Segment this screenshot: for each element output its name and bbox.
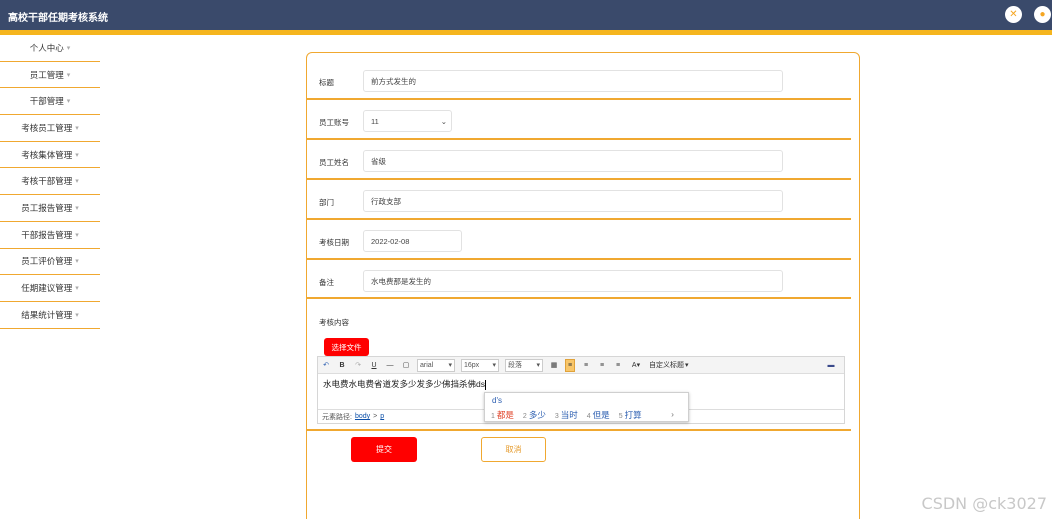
font-color-icon[interactable]: A▾ xyxy=(629,359,643,372)
ime-candidate-popup[interactable]: d's 1 都是 2 多少 3 当时 4 但是 5 打算 › xyxy=(484,392,689,422)
chevron-down-icon: ▾ xyxy=(448,362,452,369)
underline-icon[interactable]: U xyxy=(369,359,379,372)
department-label: 部门 xyxy=(319,198,334,207)
undo-icon[interactable]: ↶ xyxy=(321,359,331,372)
chevron-down-icon: ▾ xyxy=(492,362,496,369)
employee-name-label: 员工姓名 xyxy=(319,158,349,167)
paragraph-select[interactable]: 段落 ▾ xyxy=(505,358,543,372)
align-left-icon[interactable]: ≡ xyxy=(565,358,575,372)
employee-name-input[interactable]: 省级 xyxy=(363,150,783,172)
sidebar-item-group-assessment[interactable]: 考核集体管理 ▾ xyxy=(0,142,100,169)
sidebar-item-cadre-management[interactable]: 干部管理 ▾ xyxy=(0,88,100,116)
sidebar-item-term-suggestions[interactable]: 任期建议管理 ▾ xyxy=(0,275,100,302)
ime-candidate[interactable]: 5 打算 xyxy=(619,409,642,421)
redo-icon[interactable]: ↷ xyxy=(353,359,363,372)
chevron-down-icon: ▾ xyxy=(75,124,79,132)
top-bar: 高校干部任期考核系统 ✕ ● xyxy=(0,0,1052,30)
form-row-remark: 备注 水电费那是发生的 xyxy=(307,260,851,299)
form-row-employee-no: 员工账号 11 ⌄ xyxy=(307,100,851,140)
chevron-down-icon: ▾ xyxy=(75,178,79,186)
form-row-employee-name: 员工姓名 省级 xyxy=(307,140,851,180)
chevron-down-icon: ▾ xyxy=(75,258,79,266)
ime-composition: d's xyxy=(492,396,502,405)
chevron-down-icon: ▾ xyxy=(75,204,79,212)
font-family-select[interactable]: arial ▾ xyxy=(417,358,455,372)
content-label: 考核内容 xyxy=(319,318,349,327)
align-center-icon[interactable]: ≡ xyxy=(581,359,591,372)
ime-candidate[interactable]: 1 都是 xyxy=(491,409,514,421)
employee-no-select[interactable]: 11 ⌄ xyxy=(363,110,452,132)
sidebar-item-result-statistics[interactable]: 结果统计管理 ▾ xyxy=(0,302,100,329)
department-input[interactable]: 行政支部 xyxy=(363,190,783,212)
editor-toolbar: ↶ B ↷ U — ▢ arial ▾ 16px ▾ 段落 ▾ ▦ ≡ ≡ ≡ ≡ A… xyxy=(318,357,844,374)
font-size-select[interactable]: 16px ▾ xyxy=(461,358,499,372)
submit-button[interactable]: 提交 xyxy=(351,437,417,462)
sidebar-item-employee-assessment[interactable]: 考核员工管理 ▾ xyxy=(0,115,100,142)
fullscreen-icon[interactable]: ▬ xyxy=(826,359,836,372)
chevron-down-icon: ▾ xyxy=(66,71,71,79)
editor-divider xyxy=(307,429,851,431)
assessment-form-panel: 标题 前方式发生的 员工账号 11 ⌄ 员工姓名 省级 部门 行政支部 考核日期… xyxy=(306,52,860,519)
form-row-date: 考核日期 2022-02-08 xyxy=(307,220,851,260)
chevron-down-icon: ⌄ xyxy=(440,116,447,126)
custom-title-select[interactable]: 自定义标题 ▾ xyxy=(649,359,689,372)
chevron-down-icon: ▾ xyxy=(685,362,689,369)
sidebar-item-personal-center[interactable]: 个人中心 ▾ xyxy=(0,35,100,62)
app-title: 高校干部任期考核系统 xyxy=(8,13,108,24)
align-right-icon[interactable]: ≡ xyxy=(597,359,607,372)
table-icon[interactable]: ▢ xyxy=(401,359,411,372)
chevron-down-icon: ▾ xyxy=(66,44,71,52)
chevron-down-icon: ▾ xyxy=(75,311,79,319)
text-cursor xyxy=(484,379,486,390)
path-body-link[interactable]: body xyxy=(355,413,370,420)
sidebar-item-cadre-assessment[interactable]: 考核干部管理 ▾ xyxy=(0,168,100,196)
choose-file-button[interactable]: 选择文件 xyxy=(324,338,369,356)
user-icon[interactable]: ● xyxy=(1034,6,1051,23)
bold-icon[interactable]: B xyxy=(337,359,347,372)
form-row-title: 标题 前方式发生的 xyxy=(307,63,851,100)
remark-label: 备注 xyxy=(319,278,334,287)
chevron-down-icon: ▾ xyxy=(66,98,71,106)
align-justify-icon[interactable]: ≡ xyxy=(613,359,623,372)
chevron-down-icon: ▾ xyxy=(536,362,540,369)
sidebar-item-cadre-reports[interactable]: 干部报告管理 ▾ xyxy=(0,222,100,249)
employee-no-label: 员工账号 xyxy=(319,118,349,127)
remark-input[interactable]: 水电费那是发生的 xyxy=(363,270,783,292)
date-label: 考核日期 xyxy=(319,238,349,247)
ime-candidate[interactable]: 2 多少 xyxy=(523,409,546,421)
chevron-down-icon: ▾ xyxy=(75,231,79,239)
chevron-down-icon: ▾ xyxy=(75,151,79,159)
title-label: 标题 xyxy=(319,78,334,87)
title-input[interactable]: 前方式发生的 xyxy=(363,70,783,92)
path-p-link[interactable]: p xyxy=(380,413,384,420)
sidebar-item-employee-reports[interactable]: 员工报告管理 ▾ xyxy=(0,195,100,222)
tools-icon[interactable]: ✕ xyxy=(1005,6,1022,23)
cancel-button[interactable]: 取消 xyxy=(481,437,546,462)
horizontal-rule-icon[interactable]: — xyxy=(385,359,395,372)
ime-next-page-icon[interactable]: › xyxy=(671,409,674,419)
table-grid-icon[interactable]: ▦ xyxy=(549,359,559,372)
sidebar-item-employee-evaluation[interactable]: 员工评价管理 ▾ xyxy=(0,249,100,276)
form-row-department: 部门 行政支部 xyxy=(307,180,851,220)
ime-candidate[interactable]: 4 但是 xyxy=(587,409,610,421)
sidebar: 个人中心 ▾ 员工管理 ▾ 干部管理 ▾ 考核员工管理 ▾ 考核集体管理 ▾ 考核干部管理… xyxy=(0,35,100,329)
chevron-down-icon: ▾ xyxy=(75,285,79,293)
header-accent-strip xyxy=(0,30,1052,35)
date-input[interactable]: 2022-02-08 xyxy=(363,230,462,252)
ime-candidate-list: 1 都是 2 多少 3 当时 4 但是 5 打算 xyxy=(485,409,688,421)
sidebar-item-employee-management[interactable]: 员工管理 ▾ xyxy=(0,62,100,89)
watermark: CSDN @ck3027 xyxy=(921,494,1047,513)
ime-candidate[interactable]: 3 当时 xyxy=(555,409,578,421)
